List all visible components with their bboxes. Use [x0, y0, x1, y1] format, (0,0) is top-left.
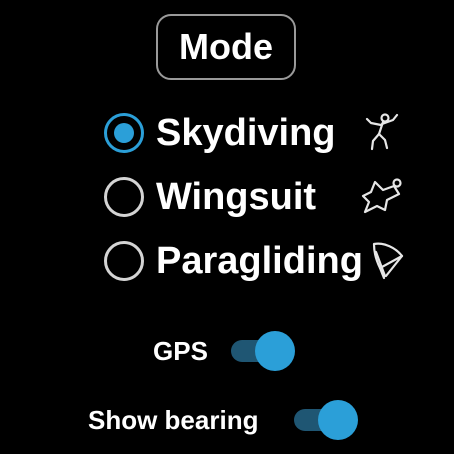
mode-option-label: Skydiving [156, 112, 336, 154]
paraglider-icon [370, 238, 416, 284]
mode-button[interactable]: Mode [156, 14, 296, 80]
gps-toggle-thumb [255, 331, 295, 371]
gps-setting-row[interactable]: GPS [153, 331, 303, 371]
skydiver-icon [359, 110, 405, 156]
show-bearing-toggle-thumb [318, 400, 358, 440]
mode-option-wingsuit[interactable]: Wingsuit [104, 172, 414, 222]
radio-paragliding[interactable] [104, 241, 144, 281]
mode-option-paragliding[interactable]: Paragliding [104, 236, 414, 286]
mode-button-label: Mode [179, 26, 273, 67]
show-bearing-label: Show bearing [88, 405, 259, 435]
gps-toggle[interactable] [229, 331, 295, 371]
radio-wingsuit[interactable] [104, 177, 144, 217]
wingsuit-icon [359, 174, 405, 220]
show-bearing-toggle[interactable] [292, 400, 358, 440]
mode-option-label: Wingsuit [156, 176, 317, 218]
mode-screen: Mode Skydiving Wingsuit Paragliding GPS … [0, 0, 454, 454]
show-bearing-setting-row[interactable]: Show bearing [88, 400, 368, 440]
mode-option-skydiving[interactable]: Skydiving [104, 108, 414, 158]
radio-skydiving-selected[interactable] [104, 113, 144, 153]
gps-label: GPS [153, 336, 208, 366]
mode-option-label: Paragliding [156, 240, 363, 282]
